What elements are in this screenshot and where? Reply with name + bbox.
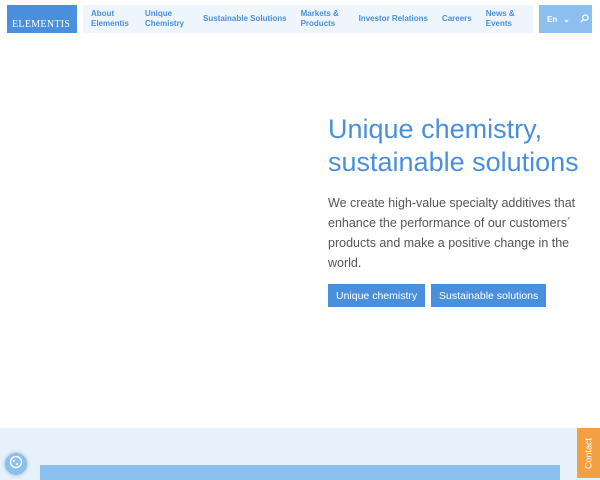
cookie-settings-button[interactable] (5, 453, 27, 475)
nav-about[interactable]: About Elementis (91, 9, 131, 29)
hero-description: We create high-value specialty additives… (328, 196, 576, 270)
logo[interactable]: ELEMENTIS (7, 5, 77, 33)
nav-investor-relations[interactable]: Investor Relations (359, 14, 428, 24)
unique-chemistry-button[interactable]: Unique chemistry (328, 284, 426, 307)
nav-news-events[interactable]: News & Events (486, 9, 520, 29)
search-icon[interactable] (580, 13, 589, 25)
nav-markets-products[interactable]: Markets & Products (301, 9, 345, 29)
nav-sustainable-solutions[interactable]: Sustainable Solutions (203, 14, 287, 24)
sustainable-solutions-button[interactable]: Sustainable solutions (431, 284, 547, 307)
main-nav: About Elementis Unique Chemistry Sustain… (83, 5, 533, 33)
language-label: En (547, 14, 558, 24)
nav-careers[interactable]: Careers (442, 14, 472, 24)
contact-tab[interactable]: Contact (577, 428, 600, 478)
nav-unique-chemistry[interactable]: Unique Chemistry (145, 9, 189, 29)
content-bar (40, 465, 560, 480)
language-selector[interactable]: En ⌄ (539, 5, 592, 33)
cookie-icon (9, 455, 23, 474)
chevron-down-icon: ⌄ (563, 14, 570, 24)
hero-title: Unique chemistry, sustainable solutions (328, 114, 579, 177)
